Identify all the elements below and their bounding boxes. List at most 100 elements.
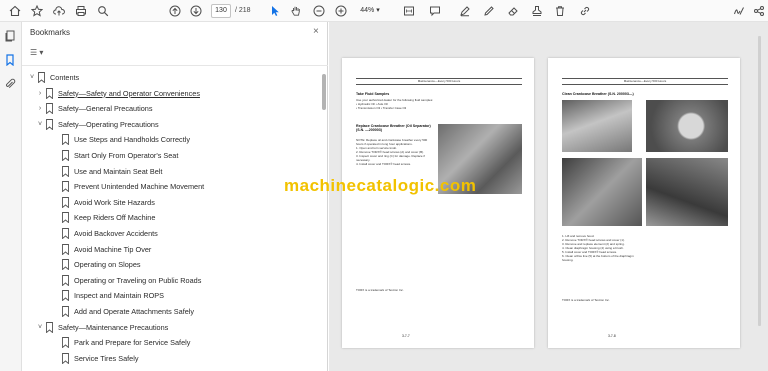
pen-icon[interactable] — [482, 4, 496, 18]
left-section1-text: Use your authorized dealer for the follo… — [356, 98, 434, 110]
right-page: Maintenance—Every 500 Hours Clean Crankc… — [548, 58, 740, 348]
sign-icon[interactable] — [732, 4, 746, 18]
select-cursor-icon[interactable] — [268, 4, 282, 18]
bookmark-item[interactable]: ˅ Contents — [28, 70, 294, 85]
bookmark-icon — [46, 321, 53, 334]
comment-icon[interactable] — [428, 4, 442, 18]
expand-chevron-icon[interactable]: ˅ — [36, 320, 44, 335]
page-number-input[interactable]: 130 — [211, 4, 231, 18]
bookmark-label: Start Only From Operator's Seat — [74, 151, 179, 160]
left-section2-title: Replace Crankcase Breather (Oil Separato… — [356, 124, 431, 132]
page-total: / 218 — [235, 7, 251, 14]
prev-page-icon[interactable] — [168, 4, 182, 18]
bookmark-item[interactable]: Inspect and Maintain ROPS — [52, 288, 294, 303]
bookmark-icon — [62, 134, 69, 146]
bookmark-label: Contents — [50, 73, 80, 82]
zoom-out-icon[interactable] — [312, 4, 326, 18]
left-page-header: Maintenance—Every 500 Hours — [356, 78, 522, 85]
bookmark-item[interactable]: Avoid Machine Tip Over — [52, 242, 294, 257]
bookmark-item[interactable]: Use Steps and Handholds Correctly — [52, 132, 294, 147]
bookmark-item[interactable]: ˅ Safety—Operating Precautions — [36, 117, 294, 132]
bookmark-label: Use and Maintain Seat Belt — [74, 166, 163, 176]
left-page-number: 3-7-7 — [402, 334, 410, 338]
right-page-photo-1 — [562, 100, 632, 152]
expand-chevron-icon[interactable]: ˅ — [28, 70, 36, 85]
panel-divider — [22, 65, 328, 66]
bookmark-label: Avoid Backover Accidents — [74, 229, 158, 238]
cloud-upload-icon[interactable] — [52, 4, 66, 18]
bookmark-icon — [62, 165, 69, 178]
bookmark-icon — [62, 274, 69, 287]
search-icon[interactable] — [96, 4, 110, 18]
bookmark-panel-icon[interactable] — [4, 54, 18, 68]
trash-icon[interactable] — [553, 4, 567, 18]
bookmark-item[interactable]: Add and Operate Attachments Safely — [52, 304, 294, 319]
bookmark-label: Safety—Maintenance Precautions — [58, 322, 169, 332]
right-page-number: 3-7-8 — [608, 334, 616, 338]
panel-title: Bookmarks — [30, 28, 71, 37]
eraser-icon[interactable] — [506, 4, 520, 18]
bookmark-label: Service Tires Safely — [74, 353, 139, 363]
bookmark-icon — [38, 72, 45, 84]
zoom-in-icon[interactable] — [334, 4, 348, 18]
bookmark-item[interactable]: Service Tires Safely — [52, 351, 294, 366]
bookmark-item[interactable]: Keep Riders Off Machine — [52, 210, 294, 225]
pages-icon[interactable] — [4, 30, 18, 44]
bookmark-item[interactable]: Start Only From Operator's Seat — [52, 148, 294, 163]
bookmark-label: Use Steps and Handholds Correctly — [74, 135, 190, 145]
bookmark-item[interactable]: Avoid Backover Accidents — [52, 226, 294, 241]
right-section1-text: 1. Lift and remove hood. 2. Remove TORX®… — [562, 234, 634, 262]
bookmark-label: Avoid Work Site Hazards — [74, 197, 155, 207]
bookmark-item[interactable]: › Safety—Safety and Operator Conveniences — [36, 86, 294, 101]
highlight-icon[interactable] — [458, 4, 472, 18]
right-page-header: Maintenance—Every 500 Hours — [562, 78, 728, 85]
bookmark-label: Safety—General Precautions — [58, 104, 153, 114]
bookmark-icon — [62, 196, 69, 209]
bookmark-icon — [62, 290, 69, 302]
bookmark-options-button[interactable]: ☰ ▾ — [30, 48, 52, 60]
bookmark-icon — [62, 306, 69, 318]
bookmark-item[interactable]: Avoid Work Site Hazards — [52, 195, 294, 210]
bookmark-label: Inspect and Maintain ROPS — [74, 291, 165, 301]
bookmarks-panel: Bookmarks × ☰ ▾ ˅ Contents › Safety—Safety … — [22, 22, 328, 371]
bookmark-icon — [46, 118, 53, 131]
left-page: Maintenance—Every 500 Hours Take Fluid S… — [342, 58, 534, 348]
bookmark-item[interactable]: ˅ Safety—Maintenance Precautions — [36, 320, 294, 335]
right-footer-note: TORX is a trademark of Textron Inc. — [562, 298, 610, 302]
stamp-icon[interactable] — [530, 4, 544, 18]
bookmark-icon — [62, 259, 69, 271]
close-icon[interactable]: × — [313, 26, 319, 37]
document-scrollbar[interactable] — [758, 36, 761, 326]
document-viewport[interactable]: Maintenance—Every 500 Hours Take Fluid S… — [329, 22, 768, 371]
hand-icon[interactable] — [289, 4, 303, 18]
expand-chevron-icon[interactable]: › — [36, 101, 44, 116]
bookmark-item[interactable]: Park and Prepare for Service Safely — [52, 335, 294, 350]
star-icon[interactable] — [30, 4, 44, 18]
zoom-level-select[interactable]: 44% ▾ — [355, 4, 385, 18]
next-page-icon[interactable] — [189, 4, 203, 18]
bookmark-item[interactable]: Operating or Traveling on Public Roads — [52, 273, 294, 288]
bookmark-item[interactable]: Operating on Slopes — [52, 257, 294, 272]
bookmark-label: Operating or Traveling on Public Roads — [74, 275, 202, 285]
left-section1-title: Take Fluid Samples — [356, 92, 390, 96]
bookmark-icon — [62, 181, 69, 193]
expand-chevron-icon[interactable]: ˅ — [36, 117, 44, 132]
bookmark-icon — [62, 352, 69, 365]
bookmark-item[interactable]: Use and Maintain Seat Belt — [52, 164, 294, 179]
bookmark-icon — [46, 87, 53, 100]
attachment-icon[interactable] — [4, 78, 18, 92]
right-page-photo-3 — [562, 158, 642, 226]
link-icon[interactable] — [578, 4, 592, 18]
expand-chevron-icon[interactable]: › — [36, 86, 44, 101]
bookmark-icon — [62, 212, 69, 224]
bookmark-item[interactable]: › Safety—General Precautions — [36, 101, 294, 116]
bookmark-label: Add and Operate Attachments Safely — [74, 307, 195, 316]
home-icon[interactable] — [8, 4, 22, 18]
bookmark-scrollbar[interactable] — [322, 74, 326, 110]
share-icon[interactable] — [752, 4, 766, 18]
bookmark-icon — [62, 337, 69, 349]
print-icon[interactable] — [74, 4, 88, 18]
fit-page-icon[interactable] — [402, 4, 416, 18]
bookmark-item[interactable]: Prevent Unintended Machine Movement — [52, 179, 294, 194]
watermark-text: machinecatalogic.com — [284, 176, 477, 195]
